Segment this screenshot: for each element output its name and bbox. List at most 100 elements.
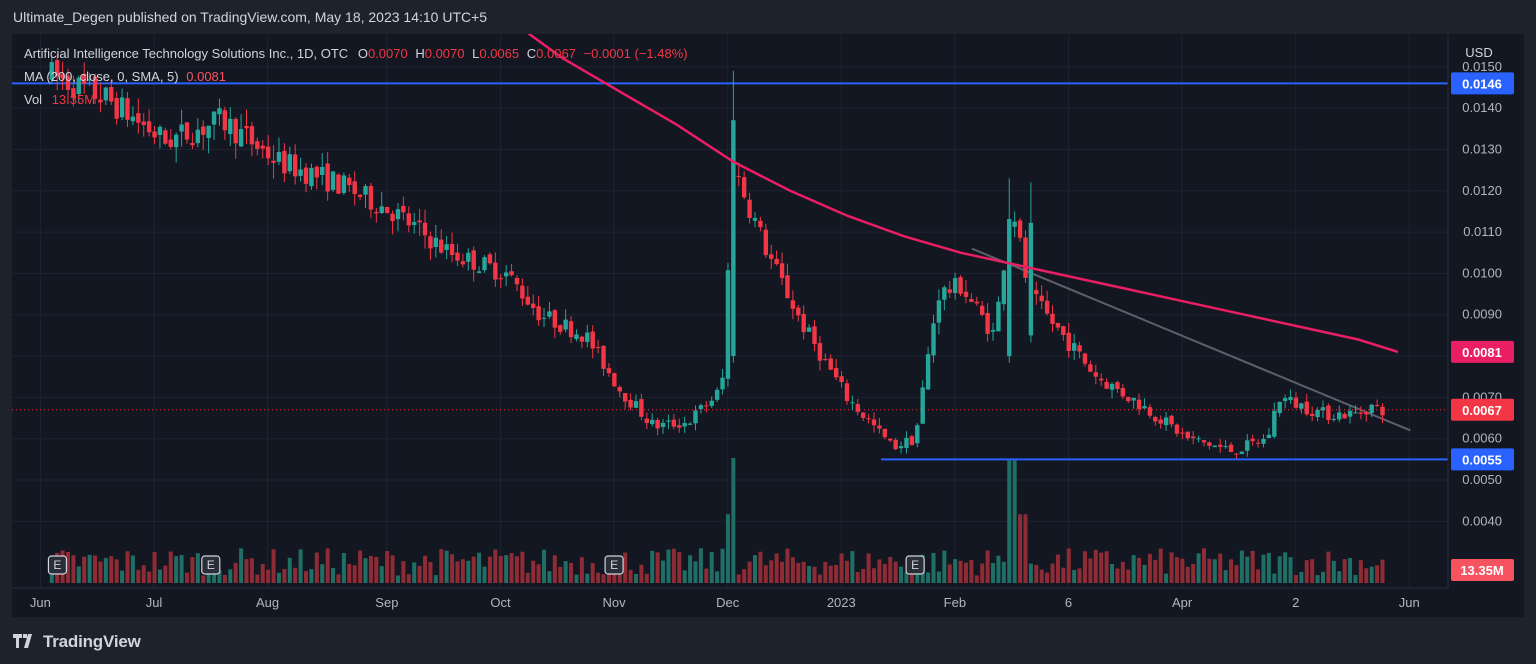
volume-bar (1272, 573, 1277, 583)
candle-body (1071, 343, 1077, 351)
legend-ohlc[interactable]: Artificial Intelligence Technology Solut… (24, 46, 688, 61)
volume-bar (336, 574, 341, 583)
volume-bar (141, 565, 146, 583)
earnings-marker[interactable]: E (47, 555, 68, 575)
volume-bar (926, 572, 931, 583)
legend-open: 0.0070 (367, 46, 408, 61)
volume-bar (585, 573, 590, 583)
candle-body (265, 146, 271, 159)
volume-bar (304, 571, 309, 583)
candle-body (476, 271, 482, 273)
candle-body (796, 307, 801, 316)
candle-body (736, 176, 741, 178)
candle-body (828, 358, 833, 370)
legend-volume[interactable]: Vol 13.35M (24, 92, 95, 107)
volume-bar (963, 562, 968, 583)
legend-close: 0.0067 (536, 46, 576, 61)
candle-body (1028, 222, 1034, 336)
volume-bar (828, 565, 833, 583)
candle-body (357, 194, 363, 197)
candle-body (698, 405, 704, 410)
candle-body (1099, 378, 1104, 381)
candle-body (585, 332, 590, 342)
candle-body (255, 141, 260, 149)
candle-body (401, 205, 406, 213)
volume-bar (233, 562, 238, 583)
candle-body (644, 418, 650, 424)
volume-bar (314, 552, 319, 583)
candle-body (833, 368, 839, 378)
candle-body (471, 250, 476, 270)
volume-bar (1126, 569, 1131, 583)
volume-bar (1007, 460, 1012, 583)
volume-bar (834, 564, 839, 583)
candle-body (368, 185, 374, 210)
x-tick-label: Dec (716, 595, 740, 610)
candle-body (347, 177, 352, 186)
candle-body (384, 206, 390, 214)
volume-bar (839, 553, 844, 583)
volume-bar (953, 559, 958, 583)
volume-bar (542, 549, 547, 583)
price-chart[interactable]: EEEEUSD0.00400.00500.00600.00700.00800.0… (0, 0, 1536, 664)
volume-bar (109, 556, 114, 583)
candle-body (103, 87, 109, 101)
candle-body (812, 326, 817, 344)
volume-bar (195, 553, 200, 583)
candle-body (1055, 322, 1061, 328)
candle-body (1353, 412, 1358, 414)
volume-bar (1001, 561, 1006, 583)
candle-body (217, 108, 222, 115)
volume-bar (228, 569, 233, 583)
candle-body (503, 272, 509, 277)
volume-bar (152, 552, 157, 583)
candle-body (1282, 398, 1288, 402)
volume-bar (844, 560, 849, 583)
candle-body (817, 343, 823, 361)
volume-bar (1034, 564, 1039, 583)
candle-body (1169, 415, 1174, 425)
candle-body (1061, 326, 1066, 335)
candle-body (325, 163, 330, 192)
candle-body (552, 310, 558, 328)
candle-body (1309, 413, 1315, 417)
volume-bar (758, 551, 763, 583)
volume-bar (1174, 557, 1179, 583)
volume-bar (698, 548, 703, 583)
candle-body (1272, 410, 1277, 437)
candle-body (422, 222, 428, 236)
volume-bar (817, 574, 822, 583)
candle-body (677, 425, 682, 428)
volume-bar (1137, 557, 1142, 583)
volume-bar (471, 556, 476, 583)
volume-bar (477, 552, 482, 583)
earnings-marker[interactable]: E (604, 555, 624, 575)
candle-body (1153, 416, 1158, 422)
candle-body (1326, 405, 1331, 421)
volume-bar (1164, 573, 1169, 583)
volume-bar (1261, 554, 1266, 583)
x-tick-label: Jul (146, 595, 163, 610)
candle-body (1082, 353, 1088, 364)
candle-body (942, 287, 947, 300)
candle-body (1369, 404, 1374, 413)
candle-body (493, 262, 498, 280)
candle-body (639, 399, 644, 417)
y-tick-label: 0.0100 (1462, 265, 1502, 280)
volume-bar (704, 568, 709, 583)
volume-bar (974, 575, 979, 583)
candle-body (201, 126, 206, 135)
candle-body (336, 174, 341, 194)
candle-body (882, 428, 888, 438)
volume-bar (157, 569, 162, 583)
candle-body (466, 252, 471, 262)
earnings-marker[interactable]: E (905, 555, 925, 575)
legend-ma[interactable]: MA (200, close, 0, SMA, 5) 0.0081 (24, 69, 226, 84)
volume-bar (450, 554, 455, 583)
candle-body (871, 419, 877, 426)
volume-bar (693, 561, 698, 583)
tradingview-brand[interactable]: TradingView (13, 632, 141, 653)
earnings-marker[interactable]: E (201, 555, 221, 575)
volume-bar (1088, 558, 1093, 583)
volume-bar (785, 548, 790, 583)
